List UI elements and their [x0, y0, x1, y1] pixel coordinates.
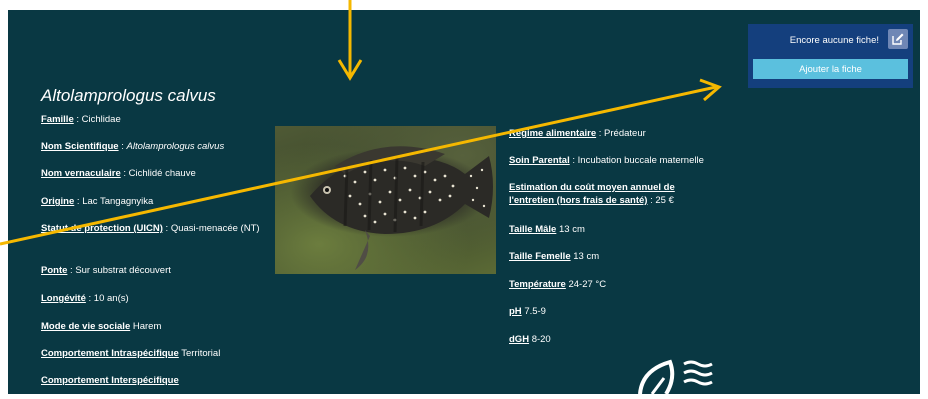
add-sheet-button[interactable]: Ajouter la fiche — [753, 59, 908, 79]
field-label: Nom vernaculaire — [41, 168, 121, 179]
field-label: Longévité — [41, 293, 86, 304]
field-value: Altolamprologus calvus — [126, 141, 225, 152]
field-label: Soin Parental — [509, 155, 570, 166]
field-label: Ponte — [41, 265, 68, 276]
field-cout-entretien: Estimation du coût moyen annuel de l'ent… — [509, 182, 675, 206]
field-value: Territorial — [181, 348, 221, 359]
field-mode-vie-sociale: Mode de vie sociale Harem — [41, 320, 266, 333]
field-nom-vernaculaire: Nom vernaculaire : Cichlidé chauve — [41, 168, 196, 179]
field-label: Famille — [41, 114, 74, 125]
field-value: 13 cm — [558, 224, 585, 235]
field-value: Lac Tangagnyika — [82, 196, 154, 207]
field-regime-alimentaire: Régime alimentaire : Prédateur — [509, 128, 646, 139]
edit-icon[interactable] — [888, 29, 908, 49]
field-taille-femelle: Taille Femelle 13 cm — [509, 250, 729, 263]
field-label: Origine — [41, 196, 75, 207]
field-value: Quasi-menacée (NT) — [170, 223, 260, 234]
card-status: Encore aucune fiche! — [789, 35, 879, 46]
field-comportement-intraspecifique: Comportement Intraspécifique Territorial — [41, 347, 266, 360]
field-value: 25 € — [655, 195, 674, 206]
fish-photo — [275, 126, 496, 274]
field-nom-scientifique: Nom Scientifique : Altolamprologus calvu… — [41, 141, 225, 152]
field-label: pH — [509, 306, 522, 317]
field-soin-parental: Soin Parental : Incubation buccale mater… — [509, 155, 704, 166]
field-longevite: Longévité : 10 an(s) — [41, 293, 129, 304]
field-label: Température — [509, 279, 566, 290]
field-label: Statut de protection (UICN) — [41, 223, 163, 234]
field-taille-male: Taille Mâle 13 cm — [509, 223, 729, 236]
field-label: dGH — [509, 334, 530, 345]
field-value: 8-20 — [531, 334, 551, 345]
field-famille: Famille : Cichlidae — [41, 114, 121, 125]
field-label: Taille Mâle — [509, 224, 557, 235]
field-value: Incubation buccale maternelle — [577, 155, 704, 166]
field-label: Mode de vie sociale — [41, 321, 131, 332]
field-comportement-interspecifique: Comportement Interspécifique — [41, 374, 266, 387]
sheet-card: Encore aucune fiche! Ajouter la fiche — [748, 24, 913, 88]
field-value: Cichlidae — [81, 114, 121, 125]
field-label: Régime alimentaire — [509, 128, 597, 139]
field-value: 7.5-9 — [524, 306, 546, 317]
field-origine: Origine : Lac Tangagnyika — [41, 196, 154, 207]
field-statut-protection: Statut de protection (UICN) : Quasi-mena… — [41, 223, 260, 234]
field-value: Prédateur — [604, 128, 646, 139]
field-label: Taille Femelle — [509, 251, 571, 262]
field-temperature: Température 24-27 °C — [509, 278, 729, 291]
field-value: 24-27 °C — [568, 279, 607, 290]
field-value: Harem — [132, 321, 162, 332]
field-dgh: dGH 8-20 — [509, 333, 729, 346]
field-value: Cichlidé chauve — [128, 168, 196, 179]
field-value: Sur substrat découvert — [75, 265, 171, 276]
field-value: 10 an(s) — [93, 293, 129, 304]
species-title: Altolamprologus calvus — [41, 86, 216, 105]
field-label: Comportement Interspécifique — [41, 375, 179, 386]
field-value: 13 cm — [573, 251, 600, 262]
fish-illustration — [310, 146, 493, 270]
field-label: Comportement Intraspécifique — [41, 348, 179, 359]
fish-water-logo-icon — [636, 358, 726, 399]
field-ponte: Ponte : Sur substrat découvert — [41, 265, 171, 276]
field-label: Nom Scientifique — [41, 141, 119, 152]
field-ph: pH 7.5-9 — [509, 305, 729, 318]
